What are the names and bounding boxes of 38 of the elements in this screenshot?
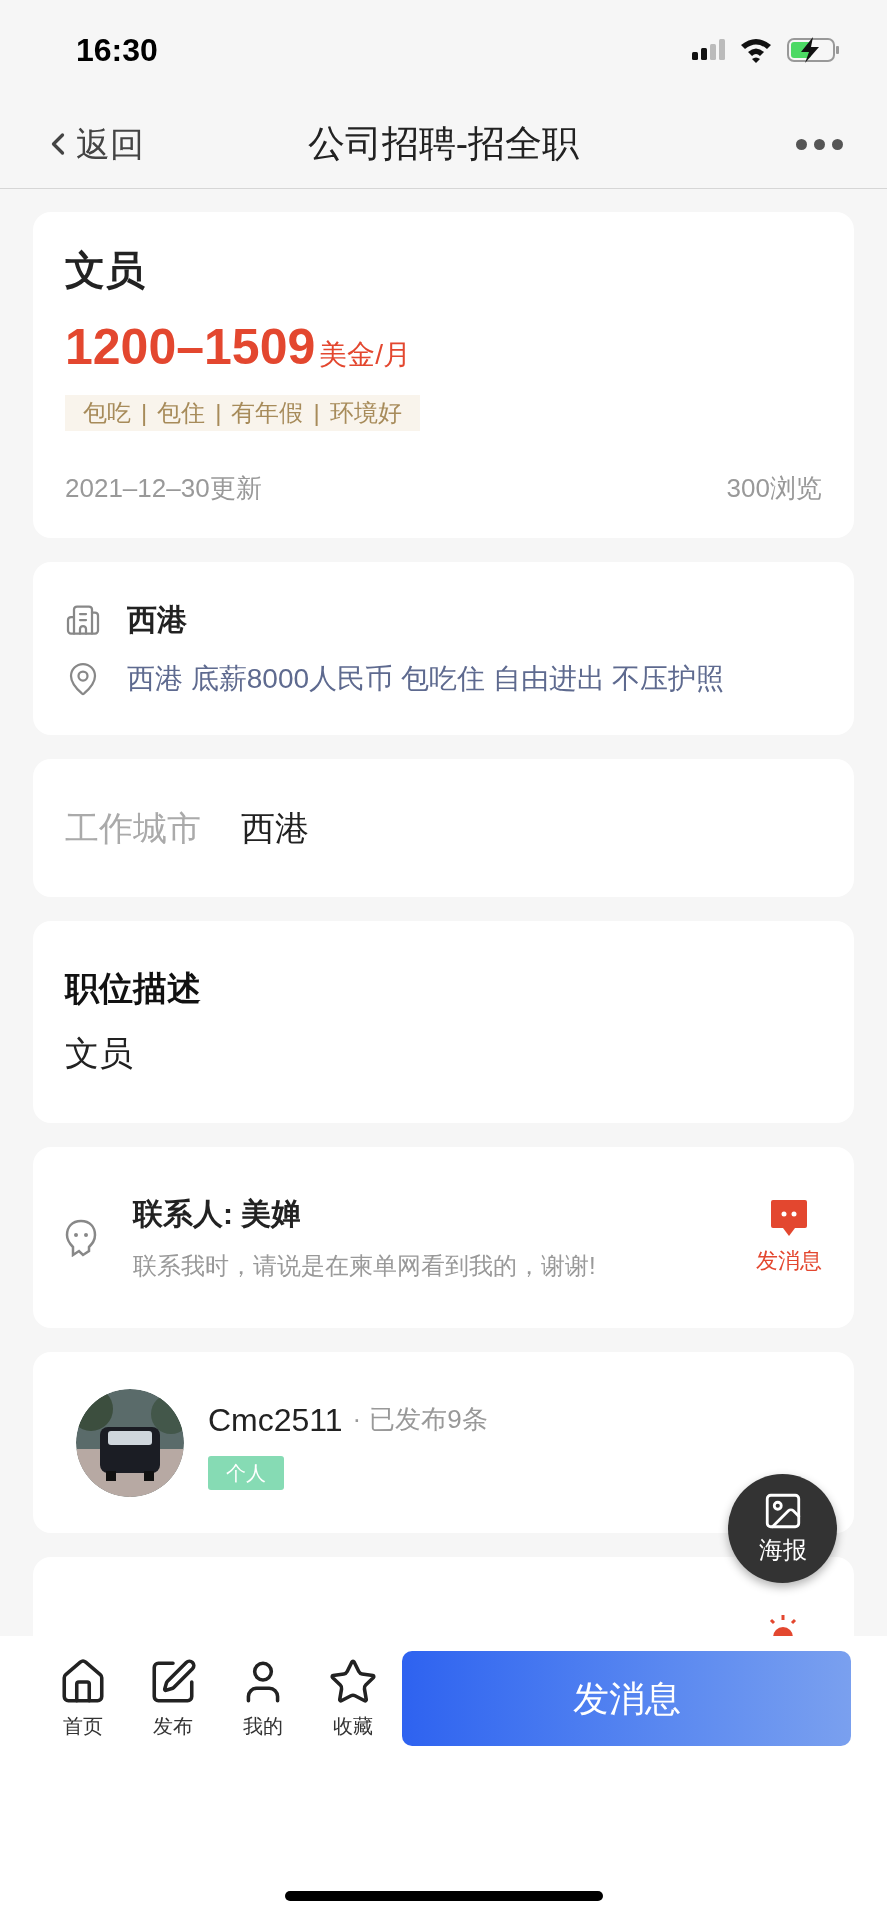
update-date: 2021–12–30更新 [65, 472, 262, 505]
battery-icon [787, 36, 839, 64]
username: Cmc2511 [208, 1400, 343, 1440]
page-title: 公司招聘-招全职 [307, 122, 580, 167]
tab-bar-item[interactable]: 我的 [218, 1656, 308, 1741]
benefit-tag: 包吃 [83, 395, 131, 431]
benefit-tag: 环境好 [329, 395, 402, 431]
status-time: 16:30 [76, 31, 158, 70]
back-button[interactable]: 返回 [40, 118, 144, 170]
salary-unit: 美金/月 [319, 338, 412, 372]
post-count: 已发布9条 [369, 1403, 488, 1436]
wifi-icon [741, 37, 771, 63]
tab-bar-item[interactable]: 收藏 [308, 1656, 398, 1741]
tag-separator: | [141, 398, 148, 428]
contact-note: 联系我时，请说是在柬单网看到我的，谢谢! [133, 1251, 597, 1281]
signal-icon [692, 39, 725, 61]
tab-bar-item[interactable]: 发布 [128, 1656, 218, 1741]
description-text: 文员 [65, 1033, 134, 1074]
city-value: 西港 [241, 807, 309, 849]
salary: 1200–1509 [65, 318, 316, 377]
company-name: 西港 [127, 602, 187, 638]
tab-bar-item[interactable]: 首页 [38, 1656, 128, 1741]
section-title: 职位描述 [65, 968, 202, 1009]
tag-separator: | [313, 398, 320, 428]
contact-icon [65, 1218, 97, 1257]
view-count: 300浏览 [726, 472, 822, 505]
separator-dot: · [352, 1403, 362, 1436]
type-badge: 个人 [208, 1455, 284, 1490]
city-label: 工作城市 [65, 807, 201, 849]
benefit-tag: 有年假 [231, 395, 304, 431]
chat-icon [769, 1198, 809, 1238]
contact-name: 联系人: 美婵 [133, 1196, 303, 1232]
benefit-tag: 包住 [157, 395, 206, 431]
send-message-button[interactable]: 发消息 [402, 1651, 851, 1746]
message-button[interactable]: 发消息 [756, 1198, 822, 1277]
job-title: 文员 [65, 247, 146, 294]
tag-separator: | [215, 398, 222, 428]
company-address: 西港 底薪8000人民币 包吃住 自由进出 不压护照 [127, 662, 725, 696]
